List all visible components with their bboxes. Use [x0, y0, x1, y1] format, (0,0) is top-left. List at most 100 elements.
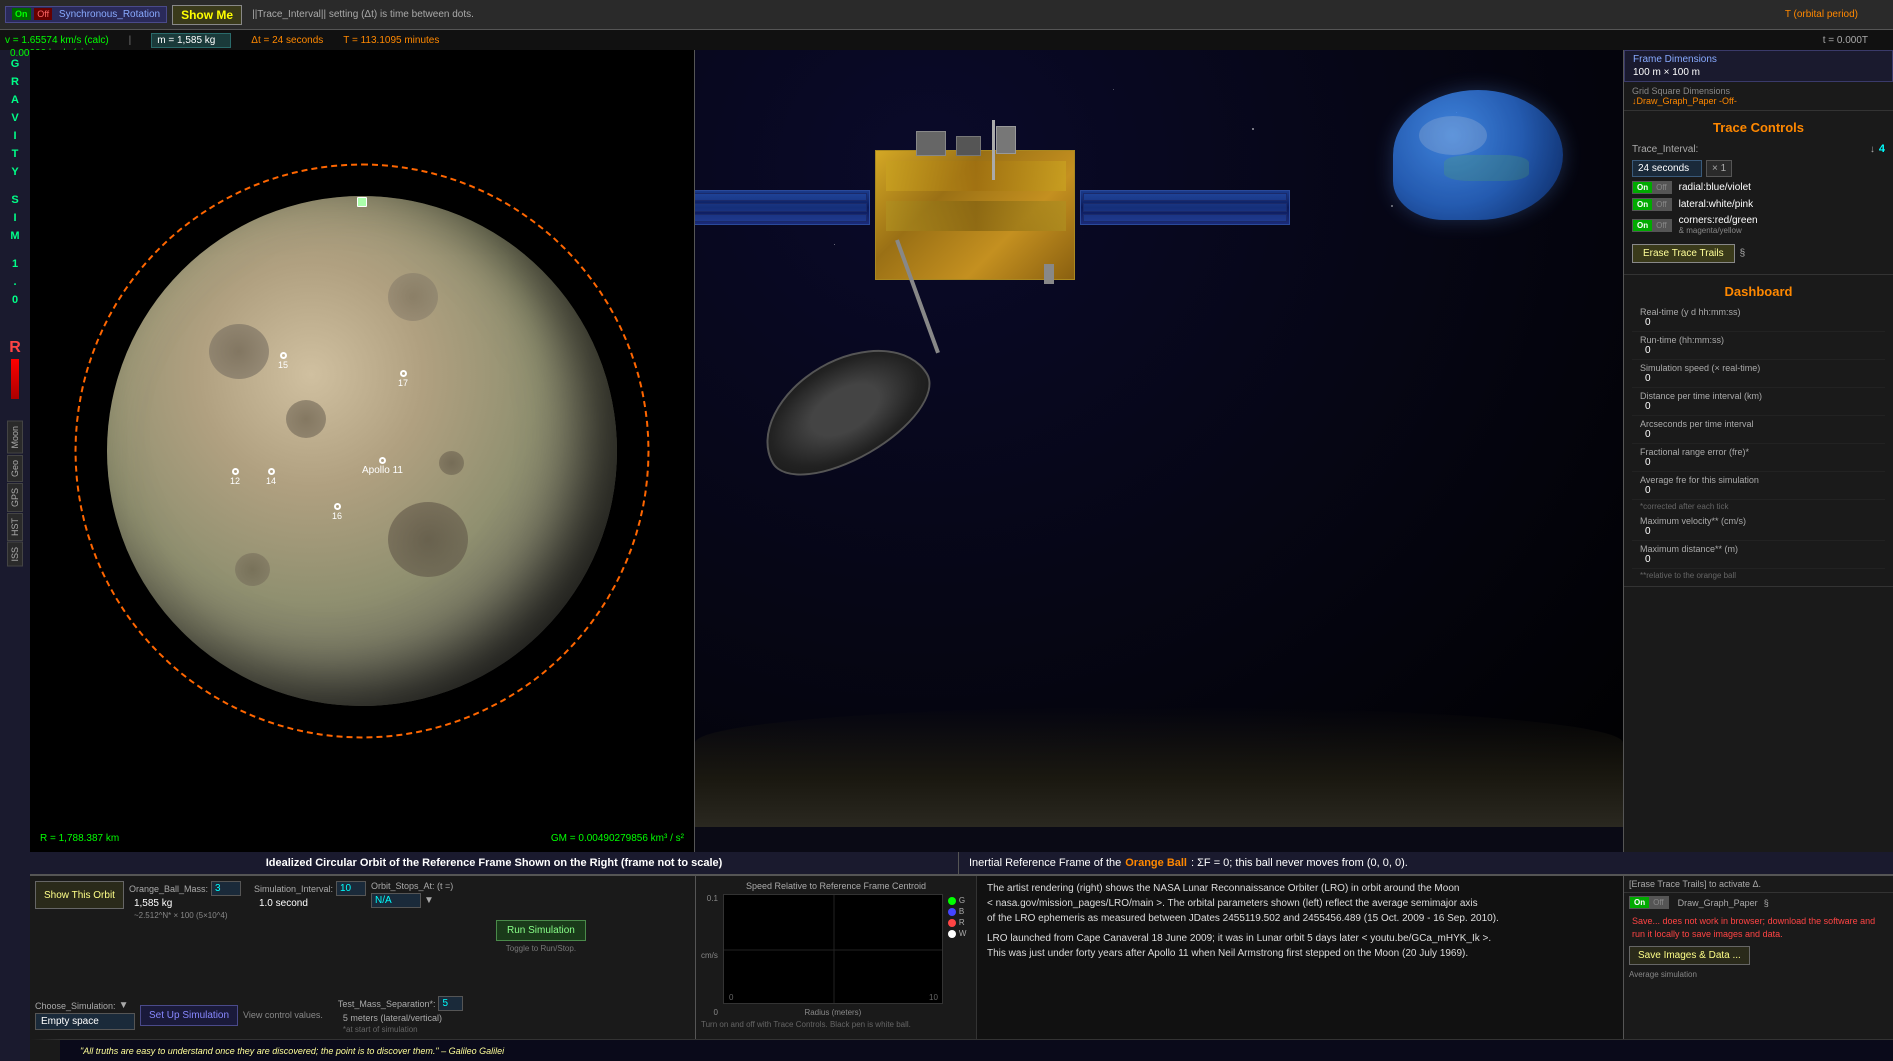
draw-shortcut: §: [1764, 898, 1769, 908]
y-axis-bottom: 0: [713, 1008, 717, 1017]
version-1: 1: [12, 255, 18, 273]
corners-on: On: [1633, 220, 1652, 231]
radial-toggle[interactable]: On Off: [1632, 181, 1672, 194]
sim-speed-row: Simulation speed (× real-time) 0: [1632, 360, 1885, 388]
sidebar-tab-moon[interactable]: Moon: [7, 421, 23, 454]
setup-simulation-button[interactable]: Set Up Simulation: [140, 1005, 238, 1026]
apollo-site-16: 16: [332, 503, 342, 521]
dist-interval-value: 0: [1640, 401, 1877, 412]
interval-info: ||Trace_Interval|| setting (Δt) is time …: [247, 9, 479, 20]
chart-legend: G B R: [946, 894, 969, 1017]
orbit-stops-row: ▼: [371, 893, 491, 908]
orbit-stops-label-row: Orbit_Stops_At: (t =): [371, 881, 491, 891]
sidebar-tab-iss[interactable]: ISS: [7, 542, 23, 567]
lateral-row: On Off lateral:white/pink: [1632, 196, 1885, 213]
bottom-title-right-area: Inertial Reference Frame of the Orange B…: [958, 852, 1623, 874]
mass-label-row: Orange_Ball_Mass:: [129, 881, 249, 896]
sim-interval-input[interactable]: [336, 881, 366, 896]
draw-graph-toggle[interactable]: On Off: [1629, 896, 1669, 909]
y-axis-labels: 0.1 cm/s 0: [701, 894, 720, 1017]
max-vel-label: Maximum velocity** (cm/s): [1640, 516, 1877, 526]
draw-graph-row: On Off Draw_Graph_Paper §: [1624, 893, 1893, 912]
frac-range-label: Fractional range error (fre)*: [1640, 447, 1877, 457]
quote-text: "All truths are easy to understand once …: [70, 1043, 514, 1059]
trace-interval-row: Trace_Interval: ↓ 4: [1632, 140, 1885, 158]
earth-background: [1393, 90, 1563, 220]
at-start-note: *at start of simulation: [338, 1025, 464, 1034]
mass-controls: Orange_Ball_Mass: 1,585 kg ~2.512^N* × 1…: [129, 881, 249, 991]
erase-note: [Erase Trace Trails] to activate Δ.: [1624, 876, 1893, 893]
realtime-row: Real-time (y d hh:mm:ss) 0: [1632, 304, 1885, 332]
right-title-prefix: Inertial Reference Frame of the: [969, 857, 1121, 869]
choose-sim-value[interactable]: Empty space: [35, 1013, 135, 1030]
grid-square-value: ↓Draw_Graph_Paper -Off-: [1632, 96, 1885, 106]
draw-graph-label: Draw_Graph_Paper: [1678, 898, 1758, 908]
arcsec-row: Arcseconds per time interval 0: [1632, 416, 1885, 444]
orbit-stops-input[interactable]: [371, 893, 421, 908]
apollo-site-12: 12: [230, 468, 240, 486]
lateral-toggle[interactable]: On Off: [1632, 198, 1672, 211]
frame-dim-size: 100 m × 100 m: [1633, 67, 1884, 78]
corners-toggle[interactable]: On Off: [1632, 219, 1672, 232]
run-btn-group: Run Simulation Toggle to Run/Stop.: [496, 881, 586, 991]
test-mass-row: Test_Mass_Separation*:: [338, 996, 464, 1011]
max-dist-value: 0: [1640, 554, 1877, 565]
max-dist-label: Maximum distance** (m): [1640, 544, 1877, 554]
legend-r: R: [948, 918, 967, 927]
trace-interval-arrow[interactable]: ↓: [1870, 144, 1875, 155]
sidebar-tab-geo[interactable]: Geo: [7, 455, 23, 482]
desc-text2: LRO launched from Cape Canaveral 18 June…: [987, 931, 1613, 961]
toggle-note: Toggle to Run/Stop.: [506, 944, 576, 953]
sidebar-tab-gps[interactable]: GPS: [7, 483, 23, 512]
corners-off: Off: [1652, 220, 1671, 231]
trace-interval-num: 4: [1879, 143, 1885, 155]
corrected-note: *corrected after each tick: [1632, 500, 1885, 513]
mass-label: Orange_Ball_Mass:: [129, 884, 208, 894]
sidebar-tab-hst[interactable]: HST: [7, 513, 23, 541]
test-mass-unit: 5 meters (lateral/vertical): [338, 1013, 464, 1023]
velocity-calc: v = 1.65574 km/s (calc): [5, 35, 109, 46]
desc-line1: The artist rendering (right) shows the N…: [987, 883, 1459, 894]
on-label: On: [12, 8, 31, 20]
sim-i: I: [13, 209, 16, 227]
radial-off: Off: [1652, 182, 1671, 193]
choose-sim-label: Choose_Simulation:: [35, 1001, 116, 1011]
quote-bar: "All truths are easy to understand once …: [30, 1039, 1893, 1061]
legend-g: G: [948, 896, 967, 905]
show-me-label: Show Me: [181, 8, 233, 22]
grid-square-section: Grid Square Dimensions ↓Draw_Graph_Paper…: [1624, 82, 1893, 111]
spacecraft-body: [875, 150, 1075, 280]
apollo-site-11: Apollo 11: [362, 457, 403, 476]
desc-line6: This was just under forty years after Ap…: [987, 948, 1468, 959]
mass-display: m = 1,585 kg: [151, 33, 231, 48]
orbit-stops-dropdown[interactable]: ▼: [424, 895, 434, 906]
arcsec-label: Arcseconds per time interval: [1640, 419, 1877, 429]
test-mass-input[interactable]: [438, 996, 463, 1011]
dist-interval-label: Distance per time interval (km): [1640, 391, 1877, 401]
apollo-site-17: 17: [398, 370, 408, 388]
show-orbit-button[interactable]: Show This Orbit: [35, 881, 124, 909]
left-title-text: Idealized Circular Orbit of the Referenc…: [266, 857, 723, 869]
bottom-right-panel: [Erase Trace Trails] to activate Δ. On O…: [1623, 876, 1893, 1039]
r-indicator: R: [0, 339, 30, 357]
frame-dim-title: Frame Dimensions: [1633, 54, 1884, 65]
mass-kg-display: 1,585 kg: [129, 898, 249, 909]
bottom-left: Show This Orbit Orange_Ball_Mass: 1,585 …: [30, 876, 695, 1039]
arcsec-value: 0: [1640, 429, 1877, 440]
gravity-y: Y: [11, 163, 18, 181]
off-label: Off: [34, 8, 52, 20]
save-images-button[interactable]: Save Images & Data ...: [1629, 946, 1750, 965]
x1-multiplier[interactable]: × 1: [1706, 160, 1732, 177]
erase-trace-button[interactable]: Erase Trace Trails: [1632, 244, 1735, 263]
run-simulation-button[interactable]: Run Simulation: [496, 920, 586, 941]
version-dot: .: [13, 273, 16, 291]
realtime-value: 0: [1640, 317, 1877, 328]
chart-svg: 0 10: [723, 894, 943, 1004]
frame-dimensions-section: Frame Dimensions 100 m × 100 m: [1624, 50, 1893, 82]
chart-area: Speed Relative to Reference Frame Centro…: [696, 876, 976, 1039]
x-axis-label: Radius (meters): [723, 1008, 943, 1017]
desc-line2: < nasa.gov/mission_pages/LRO/main >. The…: [987, 898, 1478, 909]
mass-value-input[interactable]: [211, 881, 241, 896]
show-me-button[interactable]: Show Me: [172, 5, 242, 25]
choose-sim-dropdown[interactable]: ▼: [119, 1000, 129, 1011]
